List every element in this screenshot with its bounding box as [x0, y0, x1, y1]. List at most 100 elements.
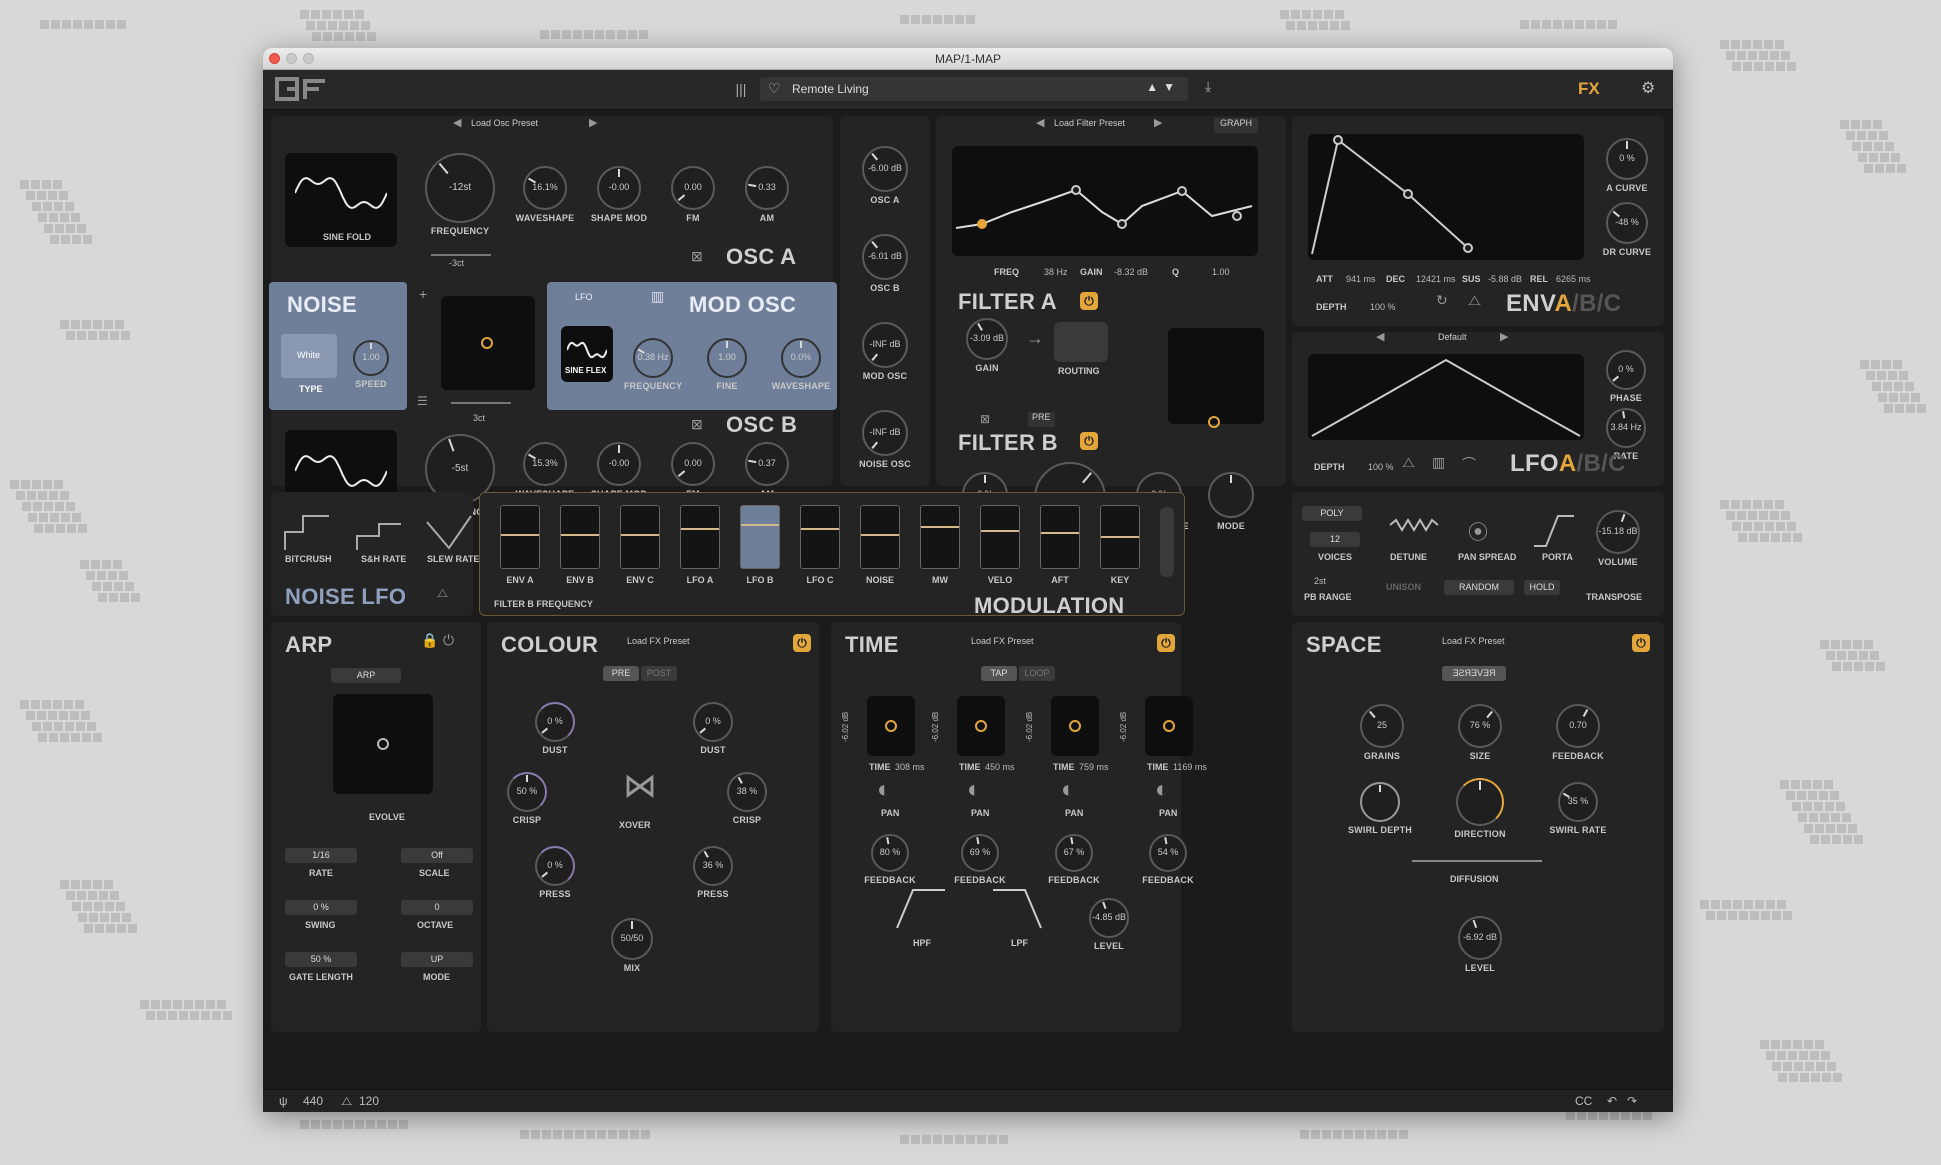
undo-icon[interactable]: ↶: [1607, 1094, 1617, 1108]
mod-source-env-c[interactable]: [620, 505, 660, 569]
filter-preset-prev-icon[interactable]: ◀: [1036, 116, 1044, 129]
lfo-keys-icon[interactable]: ▥: [1432, 454, 1445, 471]
arp-rate-selector[interactable]: 1/16: [285, 848, 357, 863]
time-pan-icon-3[interactable]: ◐: [1061, 776, 1076, 804]
time-tap-dot-4[interactable]: [1163, 720, 1175, 732]
colour-crisp-right-knob[interactable]: 38 % CRISP: [727, 772, 767, 825]
env-node-1[interactable]: [1333, 135, 1343, 145]
lfo-preset-prev-icon[interactable]: ◀: [1376, 330, 1384, 343]
lfo-preset-next-icon[interactable]: ▶: [1500, 330, 1508, 343]
time-feedback-knob-3[interactable]: 67 % FEEDBACK: [1048, 834, 1100, 885]
random-selector[interactable]: RANDOM: [1444, 580, 1514, 595]
filter-graph-toggle[interactable]: GRAPH: [1214, 118, 1259, 133]
space-swirl-depth-knob[interactable]: SWIRL DEPTH: [1348, 782, 1412, 835]
filter-node-4[interactable]: [1177, 186, 1187, 196]
filter-a-power-button[interactable]: ⏻: [1080, 292, 1098, 310]
space-preset-selector[interactable]: Load FX Preset: [1442, 636, 1505, 651]
env-a-curve-knob[interactable]: 0 % A CURVE: [1606, 138, 1648, 193]
time-pan-icon-1[interactable]: ◐: [877, 776, 892, 804]
space-diffusion-slider[interactable]: [1412, 860, 1542, 862]
osc-b-keytrack-icon[interactable]: ⊠: [691, 416, 703, 433]
time-tap-dot-1[interactable]: [885, 720, 897, 732]
mod-source-lfo-a[interactable]: [680, 505, 720, 569]
arp-xy-dot[interactable]: [377, 738, 389, 750]
filter-xy-dot[interactable]: [1208, 416, 1220, 428]
save-download-icon[interactable]: ⤓: [1205, 78, 1211, 95]
mod-source-lfo-c[interactable]: [800, 505, 840, 569]
osc-a-am-knob[interactable]: 0.33 AM: [745, 166, 789, 223]
filter-node-5[interactable]: [1232, 211, 1242, 221]
hold-button[interactable]: HOLD: [1524, 580, 1560, 595]
time-loop-toggle[interactable]: LOOP: [1019, 666, 1055, 681]
lfo-rate-knob[interactable]: 3.84 Hz RATE: [1606, 408, 1646, 461]
mod-source-aft[interactable]: [1040, 505, 1080, 569]
space-level-knob[interactable]: -6.92 dB LEVEL: [1458, 916, 1502, 973]
lfo-a-tab[interactable]: A: [1559, 450, 1577, 477]
filter-b-pre-toggle[interactable]: PRE: [1028, 412, 1055, 427]
mix-noise-osc-knob[interactable]: -INF dB NOISE OSC: [859, 410, 911, 469]
lfo-retrig-icon[interactable]: ⌒: [1462, 454, 1476, 474]
volume-knob[interactable]: -15.18 dB VOLUME: [1596, 510, 1640, 567]
mod-osc-source-selector[interactable]: LFO: [575, 292, 593, 307]
time-feedback-knob-4[interactable]: 54 % FEEDBACK: [1142, 834, 1194, 885]
osc-a-frequency-knob[interactable]: -12st FREQUENCY: [425, 153, 495, 236]
time-feedback-knob-2[interactable]: 69 % FEEDBACK: [954, 834, 1006, 885]
mod-source-env-b[interactable]: [560, 505, 600, 569]
mix-osc-a-knob[interactable]: -6.00 dB OSC A: [862, 146, 908, 205]
lfo-c-tab[interactable]: C: [1608, 450, 1626, 477]
space-reverse-toggle[interactable]: REVERSE: [1442, 666, 1506, 681]
mod-osc-waveshape-knob[interactable]: 0.0% WAVESHAPE: [772, 338, 830, 391]
space-direction-knob[interactable]: DIRECTION: [1454, 778, 1505, 839]
arp-mode-direction-selector[interactable]: UP: [401, 952, 473, 967]
arp-scale-selector[interactable]: Off: [401, 848, 473, 863]
mod-scroll-bar[interactable]: [1160, 507, 1174, 577]
filter-node-1[interactable]: [977, 219, 987, 229]
tempo-value[interactable]: 120: [359, 1094, 379, 1108]
pan-spread-icon[interactable]: ⦿: [1468, 516, 1488, 545]
colour-dust-right-knob[interactable]: 0 % DUST: [693, 702, 733, 755]
env-b-tab[interactable]: B: [1579, 290, 1597, 317]
mod-osc-frequency-knob[interactable]: 0.38 Hz FREQUENCY: [624, 338, 682, 391]
filter-preset-selector[interactable]: Load Filter Preset: [1054, 118, 1125, 133]
osc-a-waveshape-knob[interactable]: 16.1% WAVESHAPE: [516, 166, 574, 223]
colour-post-toggle[interactable]: POST: [641, 666, 677, 681]
arp-lock-icon[interactable]: 🔒: [421, 632, 438, 649]
cc-button[interactable]: CC: [1575, 1094, 1592, 1108]
colour-press-right-knob[interactable]: 36 % PRESS: [693, 846, 733, 899]
filter-node-3[interactable]: [1117, 219, 1127, 229]
arp-octave-selector[interactable]: 0: [401, 900, 473, 915]
arp-power-icon[interactable]: ⏻: [443, 632, 454, 649]
time-power-button[interactable]: ⏻: [1157, 634, 1175, 652]
filter-b-power-button[interactable]: ⏻: [1080, 432, 1098, 450]
colour-press-left-knob[interactable]: 0 % PRESS: [535, 846, 575, 899]
env-loop-icon[interactable]: ↻: [1436, 292, 1448, 309]
arp-swing-value[interactable]: 0 %: [285, 900, 357, 915]
env-node-3[interactable]: [1463, 243, 1473, 253]
mod-source-key[interactable]: [1100, 505, 1140, 569]
xover-icon[interactable]: ⋈: [623, 766, 657, 806]
osc-a-fine-slider[interactable]: [431, 254, 491, 256]
arp-mode-selector[interactable]: ARP: [331, 668, 401, 683]
mod-osc-fine-knob[interactable]: 1.00 FINE: [707, 338, 747, 391]
favorite-heart-icon[interactable]: ♡: [768, 80, 781, 97]
mix-osc-b-knob[interactable]: -6.01 dB OSC B: [862, 234, 908, 293]
mix-mod-osc-knob[interactable]: -INF dB MOD OSC: [862, 322, 908, 381]
mod-source-noise[interactable]: [860, 505, 900, 569]
env-node-2[interactable]: [1403, 189, 1413, 199]
mod-source-mw[interactable]: [920, 505, 960, 569]
noise-lfo-metronome-icon[interactable]: ⧍: [437, 586, 448, 601]
osc-b-am-knob[interactable]: 0.37AM: [745, 442, 789, 499]
filter-routing-button[interactable]: [1054, 322, 1108, 362]
colour-preset-selector[interactable]: Load FX Preset: [627, 636, 690, 651]
lfo-phase-knob[interactable]: 0 % PHASE: [1606, 350, 1646, 403]
voices-selector[interactable]: 12: [1310, 532, 1360, 547]
space-size-knob[interactable]: 76 % SIZE: [1458, 704, 1502, 761]
lfo-b-tab[interactable]: B: [1584, 450, 1602, 477]
preset-nav-arrows-icon[interactable]: ▲▼: [1146, 80, 1180, 94]
osc-a-shape-mod-knob[interactable]: -0.00 SHAPE MOD: [591, 166, 647, 223]
colour-mix-knob[interactable]: 50/50 MIX: [611, 918, 653, 973]
xy-menu-icon[interactable]: ☰: [417, 394, 428, 408]
xy-plus-icon[interactable]: +: [419, 286, 427, 302]
arp-gate-value[interactable]: 50 %: [285, 952, 357, 967]
osc-a-keytrack-icon[interactable]: ⊠: [691, 248, 703, 265]
